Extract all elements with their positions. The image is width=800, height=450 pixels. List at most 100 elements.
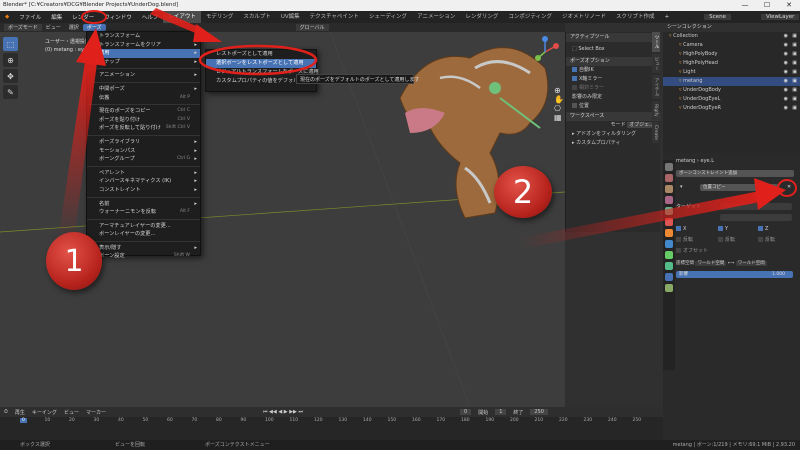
- addon-filter-item[interactable]: ▸ アドオンをフィルタリング: [566, 130, 660, 139]
- pose-menu-item[interactable]: ペアレント ▸: [87, 169, 200, 178]
- render-camera-icon[interactable]: ▣: [792, 59, 797, 68]
- object-tab-icon[interactable]: [665, 229, 673, 237]
- pose-menu-item[interactable]: コンストレイント ▸: [87, 186, 200, 195]
- data-tab-icon[interactable]: [665, 251, 673, 259]
- tab-rigify[interactable]: Rigify: [652, 101, 659, 120]
- workspace-compositing[interactable]: コンポジティング: [503, 11, 557, 23]
- pose-menu-item[interactable]: 中間ポーズ ▸: [87, 85, 200, 94]
- visibility-eye-icon[interactable]: ◉: [784, 68, 788, 77]
- pose-menu-item[interactable]: モーションパス ▸: [87, 147, 200, 156]
- render-camera-icon[interactable]: ▣: [792, 50, 797, 59]
- menu-help[interactable]: ヘルプ: [137, 13, 164, 21]
- tool-tab-icon[interactable]: [665, 163, 673, 171]
- tab-create[interactable]: Create: [652, 121, 659, 143]
- timeline-ruler[interactable]: 0 10 20 30 40 50 60 70 80 90 100 110 120 130 140 150 160…: [0, 418, 663, 428]
- menu-keying[interactable]: キーイング: [32, 409, 57, 416]
- navigation-gizmo[interactable]: [530, 36, 565, 66]
- axis-x-checkbox[interactable]: X: [676, 226, 686, 232]
- current-frame-field[interactable]: 0: [460, 409, 472, 415]
- menu-pose[interactable]: ポーズ: [82, 24, 106, 31]
- render-camera-icon[interactable]: ▣: [792, 32, 797, 41]
- texture-tab-icon[interactable]: [665, 284, 673, 292]
- output-tab-icon[interactable]: [665, 185, 673, 193]
- owner-space-dropdown[interactable]: ワールド空間: [695, 261, 727, 266]
- blender-logo-icon[interactable]: ◆: [0, 14, 14, 20]
- select-box-tool-icon[interactable]: ⬚: [3, 37, 18, 51]
- visibility-eye-icon[interactable]: ◉: [784, 77, 788, 86]
- relative-mirror-checkbox[interactable]: 相対ミラー: [566, 84, 660, 93]
- menu-edit[interactable]: 編集: [46, 13, 67, 21]
- outliner-row[interactable]: ▿ UnderDogBody ◉ ▣: [663, 86, 800, 95]
- constraint-name-field[interactable]: 位置コピー: [700, 184, 778, 191]
- tab-tool[interactable]: ツール: [652, 32, 660, 52]
- menu-timeline-view[interactable]: ビュー: [64, 409, 79, 416]
- menu-playback[interactable]: 再生: [15, 409, 25, 416]
- workspace-modeling[interactable]: モデリング: [201, 11, 239, 23]
- transform-orientation[interactable]: グローバル: [295, 24, 329, 31]
- outliner-row[interactable]: ▿ Light ◉ ▣: [663, 68, 800, 77]
- render-camera-icon[interactable]: ▣: [792, 41, 797, 50]
- render-camera-icon[interactable]: ▣: [792, 68, 797, 77]
- mode-selector[interactable]: ポーズモード: [4, 24, 42, 31]
- menu-window[interactable]: ウィンドウ: [99, 13, 137, 21]
- outliner-row[interactable]: ▿ Collection ◉ ▣: [663, 32, 800, 41]
- visibility-eye-icon[interactable]: ◉: [784, 86, 788, 95]
- workspace-texture-paint[interactable]: テクスチャペイント: [305, 11, 364, 23]
- end-frame-field[interactable]: 250: [530, 409, 548, 415]
- pose-menu-item[interactable]: アニメーション ▸: [87, 71, 200, 80]
- workspace-uv[interactable]: UV編集: [276, 11, 305, 23]
- target-space-dropdown[interactable]: ワールド空間: [735, 261, 767, 266]
- visibility-eye-icon[interactable]: ◉: [784, 104, 788, 113]
- modifier-tab-icon[interactable]: [665, 240, 673, 248]
- bone-field[interactable]: [720, 214, 792, 221]
- pose-menu-item[interactable]: インバースキネマティクス (IK) ▸: [87, 177, 200, 186]
- play-controls[interactable]: ⏮ ◀◀ ◀ ▶ ▶▶ ⏭: [263, 409, 303, 415]
- render-tab-icon[interactable]: [665, 174, 673, 182]
- select-box-option[interactable]: ⬚ Select Box: [566, 42, 660, 56]
- cursor-tool-icon[interactable]: ⊕: [3, 53, 18, 67]
- bone-tab-icon[interactable]: [665, 262, 673, 270]
- menu-file[interactable]: ファイル: [14, 13, 46, 21]
- outliner-row[interactable]: ▿ metang ◉ ▣: [663, 77, 800, 86]
- visibility-eye-icon[interactable]: ◉: [784, 59, 788, 68]
- pose-menu-item[interactable]: トランスフォーム ▸: [87, 32, 200, 41]
- menu-select[interactable]: 選択: [65, 24, 83, 31]
- scene-tab-icon[interactable]: [665, 207, 673, 215]
- workspace-geometry-nodes[interactable]: ジオメトリノード: [557, 11, 611, 23]
- maximize-button[interactable]: ☐: [756, 0, 778, 11]
- menu-view[interactable]: ビュー: [42, 24, 65, 31]
- invert-z-checkbox[interactable]: 反転: [758, 236, 775, 243]
- workspace-mode[interactable]: モード オブジェ...: [566, 121, 660, 130]
- axis-z-checkbox[interactable]: Z: [758, 226, 768, 232]
- invert-y-checkbox[interactable]: 反転: [718, 236, 735, 243]
- tab-item[interactable]: アイテム: [652, 75, 660, 99]
- active-tool-header[interactable]: アクティブツール: [566, 33, 660, 42]
- pose-menu-item[interactable]: 適用 ▸: [87, 49, 200, 58]
- influence-slider[interactable]: 影響 1.000: [676, 271, 793, 278]
- menu-marker[interactable]: マーカー: [86, 409, 106, 416]
- timeline-editor-icon[interactable]: ⏱: [4, 409, 8, 415]
- minimize-button[interactable]: —: [734, 0, 756, 11]
- pose-menu-item[interactable]: ウォーナーニモンを反転 Alt F: [87, 208, 200, 217]
- target-field[interactable]: [720, 203, 792, 210]
- viewlayer-selector[interactable]: ViewLayer: [760, 14, 800, 20]
- close-window-button[interactable]: ✕: [778, 0, 800, 11]
- annotate-tool-icon[interactable]: ✎: [3, 85, 18, 99]
- pose-menu-item[interactable]: ボーン設定 Shift W: [87, 252, 200, 261]
- pose-menu-item[interactable]: 名前 ▸: [87, 200, 200, 209]
- axis-y-checkbox[interactable]: Y: [718, 226, 728, 232]
- render-camera-icon[interactable]: ▣: [792, 95, 797, 104]
- workspace-layout[interactable]: レイアウト: [163, 11, 201, 23]
- pose-options-header[interactable]: ポーズオプション: [566, 57, 660, 66]
- pose-menu-item[interactable]: 表示/隠す ▸: [87, 244, 200, 253]
- x-mirror-checkbox[interactable]: X軸ミラー: [566, 75, 660, 84]
- pose-menu-item[interactable]: トランスフォームをクリア ▸: [87, 41, 200, 50]
- outliner-row[interactable]: ▿ UnderDogEyeR ◉ ▣: [663, 104, 800, 113]
- pose-menu-item[interactable]: 現在のポーズをコピー Ctrl C: [87, 107, 200, 116]
- invert-x-checkbox[interactable]: 反転: [676, 236, 693, 243]
- pose-menu-item[interactable]: スナップ ▸: [87, 58, 200, 67]
- render-camera-icon[interactable]: ▣: [792, 104, 797, 113]
- offset-checkbox[interactable]: オフセット: [676, 247, 708, 254]
- scene-selector[interactable]: Scene: [704, 14, 731, 20]
- pose-menu-item[interactable]: 伝搬 Alt P: [87, 94, 200, 103]
